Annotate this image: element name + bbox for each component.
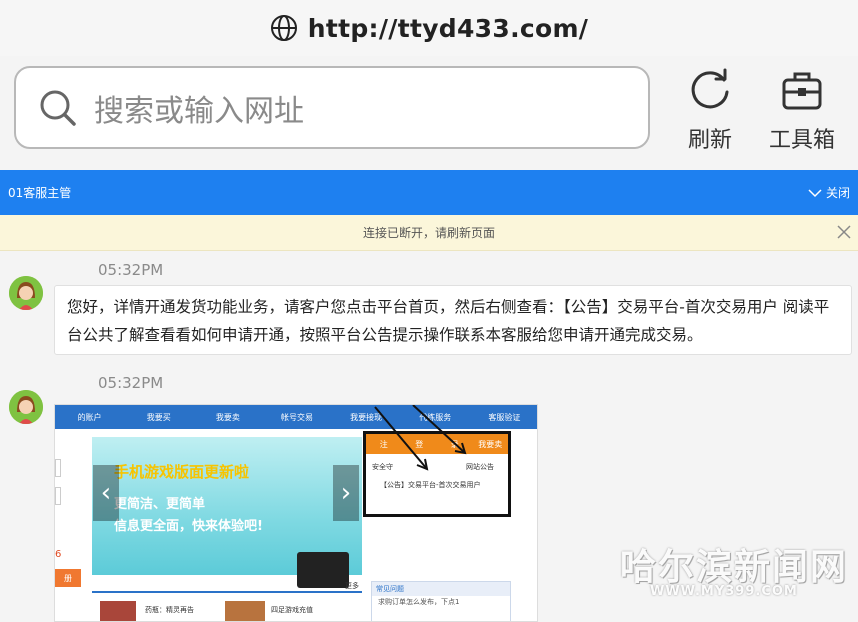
globe-icon bbox=[270, 15, 297, 41]
banner-title: 手机游戏版面更新啦 bbox=[114, 463, 250, 481]
chat-title: 01客服主管 bbox=[8, 186, 72, 200]
phone-graphic bbox=[297, 552, 349, 588]
more-link: 更多 bbox=[345, 582, 359, 590]
agent-avatar-icon bbox=[9, 390, 43, 424]
message-image[interactable]: 的账户 我要买 我要卖 帐号交易 我要接现 代练服务 客服验证 6 册 手机游戏… bbox=[54, 404, 538, 622]
chevron-left-icon: ‹ bbox=[93, 465, 119, 521]
search-toolbar: 搜索或输入网址 刷新 工具箱 bbox=[0, 60, 858, 160]
image-left-column: 6 册 bbox=[55, 437, 89, 587]
toolbox-icon bbox=[782, 72, 822, 110]
image-button: 册 bbox=[55, 569, 81, 587]
avatar bbox=[9, 276, 43, 310]
watermark: 哈尔滨新闻网 WWW.MY399.COM bbox=[620, 538, 850, 608]
image-nav-item: 的账户 bbox=[77, 412, 102, 422]
image-banner: 手机游戏版面更新啦 更简洁、更简单 信息更全面，快来体验吧! bbox=[92, 437, 362, 588]
banner-line: 信息更全面，快来体验吧! bbox=[114, 519, 263, 534]
faq-box: 常见问题 求购订单怎么发布，下点1 bbox=[371, 581, 511, 621]
message-bubble: 您好，详情开通发货功能业务，请客户您点击平台首页，然后右侧查看：【公告】交易平台… bbox=[54, 285, 852, 355]
game-title: 药瓶：精灵再告 bbox=[145, 606, 194, 614]
image-nav-item: 我要卖 bbox=[215, 412, 240, 422]
watermark-url: WWW.MY399.COM bbox=[650, 584, 798, 599]
search-input[interactable]: 搜索或输入网址 bbox=[14, 66, 650, 149]
faq-item: 求购订单怎么发布，下点1 bbox=[378, 598, 460, 606]
agent-avatar-icon bbox=[9, 276, 43, 310]
message-time: 05:32PM bbox=[98, 374, 164, 392]
message-time: 05:32PM bbox=[98, 261, 164, 279]
game-thumbnail bbox=[225, 601, 265, 621]
game-title: 四足游戏充值 bbox=[271, 606, 313, 614]
refresh-button[interactable]: 刷新 bbox=[670, 66, 750, 154]
image-input bbox=[55, 487, 61, 505]
chat-header: 01客服主管 关闭 bbox=[0, 170, 858, 215]
close-button[interactable]: 关闭 bbox=[808, 184, 850, 201]
search-placeholder: 搜索或输入网址 bbox=[94, 93, 304, 129]
image-number: 6 bbox=[55, 549, 62, 560]
address-bar[interactable]: http://ttyd433.com/ bbox=[0, 0, 858, 56]
refresh-icon bbox=[691, 68, 729, 109]
faq-header: 常见问题 bbox=[372, 582, 510, 596]
toolbox-label: 工具箱 bbox=[768, 128, 835, 153]
notice-text: 连接已断开，请刷新页面 bbox=[362, 226, 495, 240]
toolbox-button[interactable]: 工具箱 bbox=[762, 66, 842, 154]
search-icon bbox=[40, 90, 76, 126]
refresh-label: 刷新 bbox=[687, 128, 732, 153]
url-text[interactable]: http://ttyd433.com/ bbox=[308, 14, 589, 43]
image-input bbox=[55, 459, 61, 477]
disconnect-notice: 连接已断开，请刷新页面 bbox=[0, 215, 858, 251]
watermark-title: 哈尔滨新闻网 bbox=[620, 547, 849, 588]
avatar bbox=[9, 390, 43, 424]
close-label: 关闭 bbox=[825, 186, 850, 200]
divider bbox=[92, 591, 362, 593]
pointer-arrows-icon bbox=[374, 405, 467, 471]
banner-line: 更简洁、更简单 bbox=[114, 497, 206, 512]
close-icon[interactable] bbox=[836, 224, 852, 240]
image-nav-item: 我要买 bbox=[146, 412, 171, 422]
game-thumbnail bbox=[100, 601, 136, 621]
chevron-down-icon bbox=[808, 188, 822, 197]
image-nav-item: 帐号交易 bbox=[280, 412, 313, 422]
